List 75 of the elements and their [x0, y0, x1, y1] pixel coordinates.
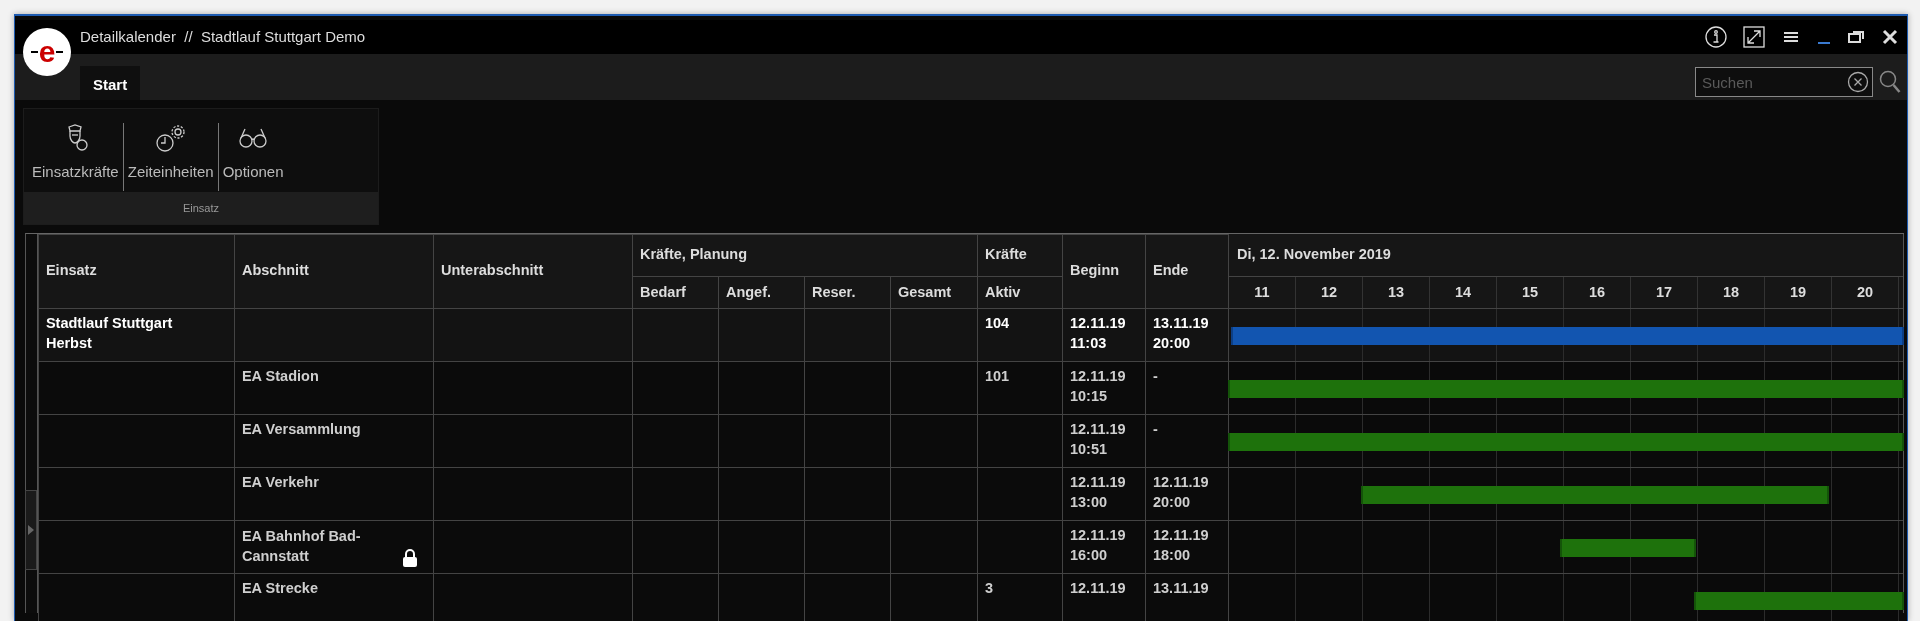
close-icon[interactable]	[1881, 28, 1899, 46]
ribbon-button[interactable]: Optionen	[218, 109, 288, 192]
bar-end-edge[interactable]	[1693, 538, 1696, 557]
column-header: Aktiv	[977, 276, 1063, 308]
clear-icon[interactable]	[1847, 71, 1869, 93]
bar-start-edge[interactable]	[1227, 379, 1230, 398]
bar-start-edge[interactable]	[1231, 326, 1234, 345]
search-field[interactable]: Suchen	[1695, 67, 1873, 97]
column-group-header: Kräfte, Planung	[632, 234, 978, 276]
ribbon-button[interactable]: Einsatzkräfte	[28, 109, 123, 192]
table-cell-text: EA Bahnhof Bad-Cannstatt	[241, 526, 362, 566]
column-header: Beginn	[1062, 234, 1146, 308]
hour-label: 13	[1362, 276, 1430, 308]
gantt-bar[interactable]	[1232, 326, 1903, 345]
hour-label: 17	[1630, 276, 1698, 308]
table-cell-text: 12.11.19 20:00	[1152, 472, 1209, 512]
hour-label: 19	[1764, 276, 1832, 308]
bar-start-edge[interactable]	[1227, 432, 1230, 451]
column-header: Gesamt	[890, 276, 978, 308]
column-header: Abschnitt	[234, 234, 434, 308]
table-cell-text: -	[1152, 419, 1158, 439]
gantt-bar[interactable]	[1361, 485, 1828, 504]
table-cell-text: 12.11.19 13:00	[1069, 472, 1126, 512]
table-cell-text: EA Versammlung	[241, 419, 361, 439]
table-cell-text: 12.11.19 10:51	[1069, 419, 1126, 459]
gantt-bar[interactable]	[1694, 591, 1903, 610]
bar-start-edge[interactable]	[1560, 538, 1563, 557]
table-cell-text: EA Strecke	[241, 578, 318, 598]
table-cell-text: 101	[984, 366, 1010, 386]
hour-label: 16	[1563, 276, 1631, 308]
column-header: Reser.	[804, 276, 891, 308]
gantt-bar[interactable]	[1228, 379, 1903, 398]
gantt-bar[interactable]	[1561, 538, 1695, 557]
table-cell-text: 104	[984, 313, 1010, 333]
hour-label: 20	[1831, 276, 1899, 308]
hour-label: 15	[1496, 276, 1564, 308]
table-cell-text: 12.11.19 10:15	[1069, 366, 1126, 406]
window-title: Detailkalender // Stadtlauf Stuttgart Demo	[80, 26, 366, 47]
ribbon-button[interactable]: Zeiteinheiten	[123, 109, 218, 192]
bar-end-edge[interactable]	[1826, 485, 1829, 504]
table-cell-text: 12.11.19 11:03	[1069, 313, 1126, 353]
column-header: Unterabschnitt	[433, 234, 633, 308]
hour-label: 12	[1295, 276, 1363, 308]
search-icon[interactable]	[1879, 70, 1901, 94]
date-header: Di, 12. November 2019	[1228, 233, 1903, 277]
tab[interactable]: Start	[80, 66, 141, 100]
column-header: Einsatz	[38, 234, 235, 308]
collapse-handle[interactable]	[25, 489, 37, 570]
table-cell-text: 12.11.19	[1069, 578, 1126, 598]
table-cell-text: 13.11.19	[1152, 578, 1209, 598]
table-cell-text: EA Verkehr	[241, 472, 319, 492]
hour-label: 11	[1228, 276, 1296, 308]
column-header: Ende	[1145, 234, 1229, 308]
table-cell-text: 3	[984, 578, 994, 598]
table-cell-text: Stadtlauf Stuttgart Herbst	[45, 313, 174, 353]
column-header: Angef.	[718, 276, 805, 308]
table-cell-text: EA Stadion	[241, 366, 319, 386]
table-cell-text: 12.11.19 16:00	[1069, 525, 1126, 565]
logo-letter: e	[38, 37, 56, 67]
bar-start-edge[interactable]	[1360, 485, 1363, 504]
expand-icon[interactable]	[1743, 26, 1765, 48]
gantt-bar[interactable]	[1228, 432, 1903, 451]
group-label: Einsatz	[24, 191, 378, 224]
clock-icon	[154, 123, 187, 153]
column-group-header: Kräfte	[977, 234, 1063, 276]
table-cell-text: 12.11.19 18:00	[1152, 525, 1209, 565]
restore-icon[interactable]	[1847, 28, 1865, 46]
column-header: Bedarf	[632, 276, 719, 308]
bar-start-edge[interactable]	[1693, 591, 1696, 610]
table-cell-text: 13.11.19 20:00	[1152, 313, 1209, 353]
caret-icon	[28, 524, 34, 535]
info-icon[interactable]	[1705, 26, 1727, 48]
hour-label: 14	[1429, 276, 1497, 308]
table-cell-text: -	[1152, 366, 1158, 386]
hour-label: 18	[1697, 276, 1765, 308]
